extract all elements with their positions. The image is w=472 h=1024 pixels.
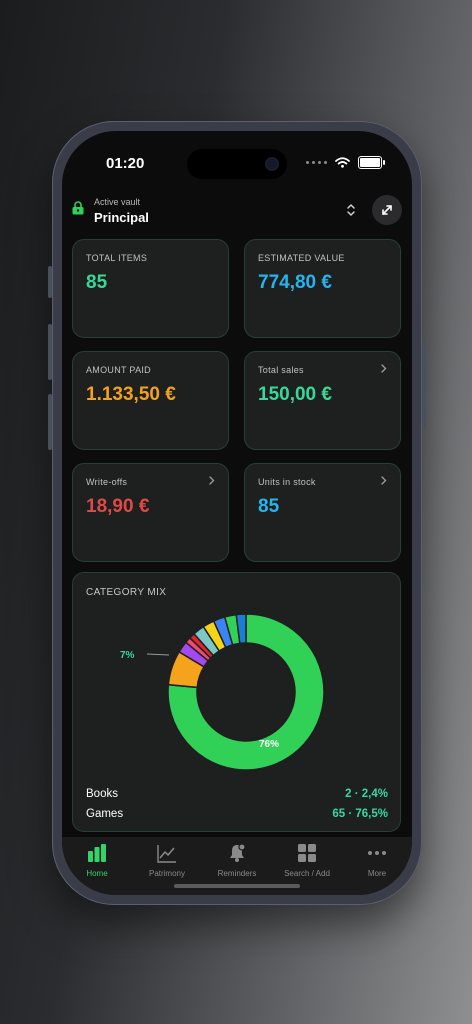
card-label: TOTAL ITEMS	[86, 253, 148, 263]
chevron-right-icon	[381, 476, 387, 485]
category-mix-card: CATEGORY MIX 7% 76% Books 2 · 2,4% Games…	[72, 572, 401, 832]
signal-dots-icon	[306, 161, 327, 164]
tab-label: Search / Add	[284, 869, 330, 878]
total-items-card: TOTAL ITEMS 85	[72, 239, 229, 338]
dynamic-island	[187, 149, 287, 179]
tab-label: Reminders	[217, 869, 257, 878]
card-label: AMOUNT PAID	[86, 365, 151, 375]
leader-line	[146, 653, 170, 656]
bar-chart-icon	[88, 844, 106, 862]
small-slice-label: 7%	[120, 650, 135, 661]
vault-name[interactable]: Principal	[94, 210, 149, 225]
tab-reminders[interactable]: Reminders	[202, 843, 272, 883]
chevron-right-icon	[209, 476, 215, 485]
write-offs-card[interactable]: Write-offs 18,90 €	[72, 463, 229, 562]
camera-icon	[265, 157, 279, 171]
battery-icon	[358, 156, 385, 169]
legend-name: Books	[86, 788, 118, 800]
status-icons	[306, 156, 385, 169]
vault-switch-icon[interactable]	[346, 203, 356, 217]
vault-header: Active vault Principal	[72, 191, 402, 231]
legend-value: 65 · 76,5%	[332, 808, 388, 820]
grid-icon	[298, 844, 316, 862]
phone-frame: 01:20 Active vault Principal TOTAL ITEMS…	[48, 121, 426, 905]
mute-switch	[48, 266, 52, 298]
trend-line-icon	[157, 845, 176, 863]
total-sales-card[interactable]: Total sales 150,00 €	[244, 351, 401, 450]
card-value: 150,00 €	[258, 384, 332, 405]
app-screen: 01:20 Active vault Principal TOTAL ITEMS…	[62, 131, 412, 895]
card-value: 85	[258, 496, 280, 517]
estimated-value-card: ESTIMATED VALUE 774,80 €	[244, 239, 401, 338]
legend-value: 2 · 2,4%	[345, 788, 388, 800]
expand-button[interactable]	[372, 195, 402, 225]
tab-more[interactable]: More	[342, 843, 412, 883]
card-value: 18,90 €	[86, 496, 150, 517]
tab-home[interactable]: Home	[62, 843, 132, 883]
category-donut-chart[interactable]: 7% 76%	[73, 573, 402, 783]
amount-paid-card: AMOUNT PAID 1.133,50 €	[72, 351, 229, 450]
tab-patrimony[interactable]: Patrimony	[132, 843, 202, 883]
wifi-icon	[335, 157, 350, 168]
power-button	[422, 343, 426, 429]
legend-name: Games	[86, 808, 124, 820]
tab-label: More	[367, 869, 387, 878]
card-label: Write-offs	[86, 477, 128, 487]
lock-icon	[72, 201, 84, 215]
home-indicator	[174, 884, 300, 888]
card-label: Total sales	[258, 365, 304, 375]
status-time: 01:20	[106, 155, 145, 172]
card-label: ESTIMATED VALUE	[258, 253, 345, 263]
big-slice-label: 76%	[259, 739, 279, 750]
card-value: 85	[86, 272, 108, 293]
volume-down-button	[48, 394, 52, 450]
units-in-stock-card[interactable]: Units in stock 85	[244, 463, 401, 562]
bell-icon	[230, 843, 246, 862]
card-value: 774,80 €	[258, 272, 332, 293]
volume-up-button	[48, 324, 52, 380]
vault-label: Active vault	[94, 197, 141, 207]
tab-label: Patrimony	[148, 869, 185, 878]
tab-label: Home	[86, 869, 108, 878]
ellipsis-icon	[368, 851, 386, 855]
card-label: Units in stock	[258, 477, 316, 487]
tab-search-add[interactable]: Search / Add	[272, 843, 342, 883]
chevron-right-icon	[381, 364, 387, 373]
expand-arrows-icon	[382, 205, 392, 215]
card-value: 1.133,50 €	[86, 384, 176, 405]
